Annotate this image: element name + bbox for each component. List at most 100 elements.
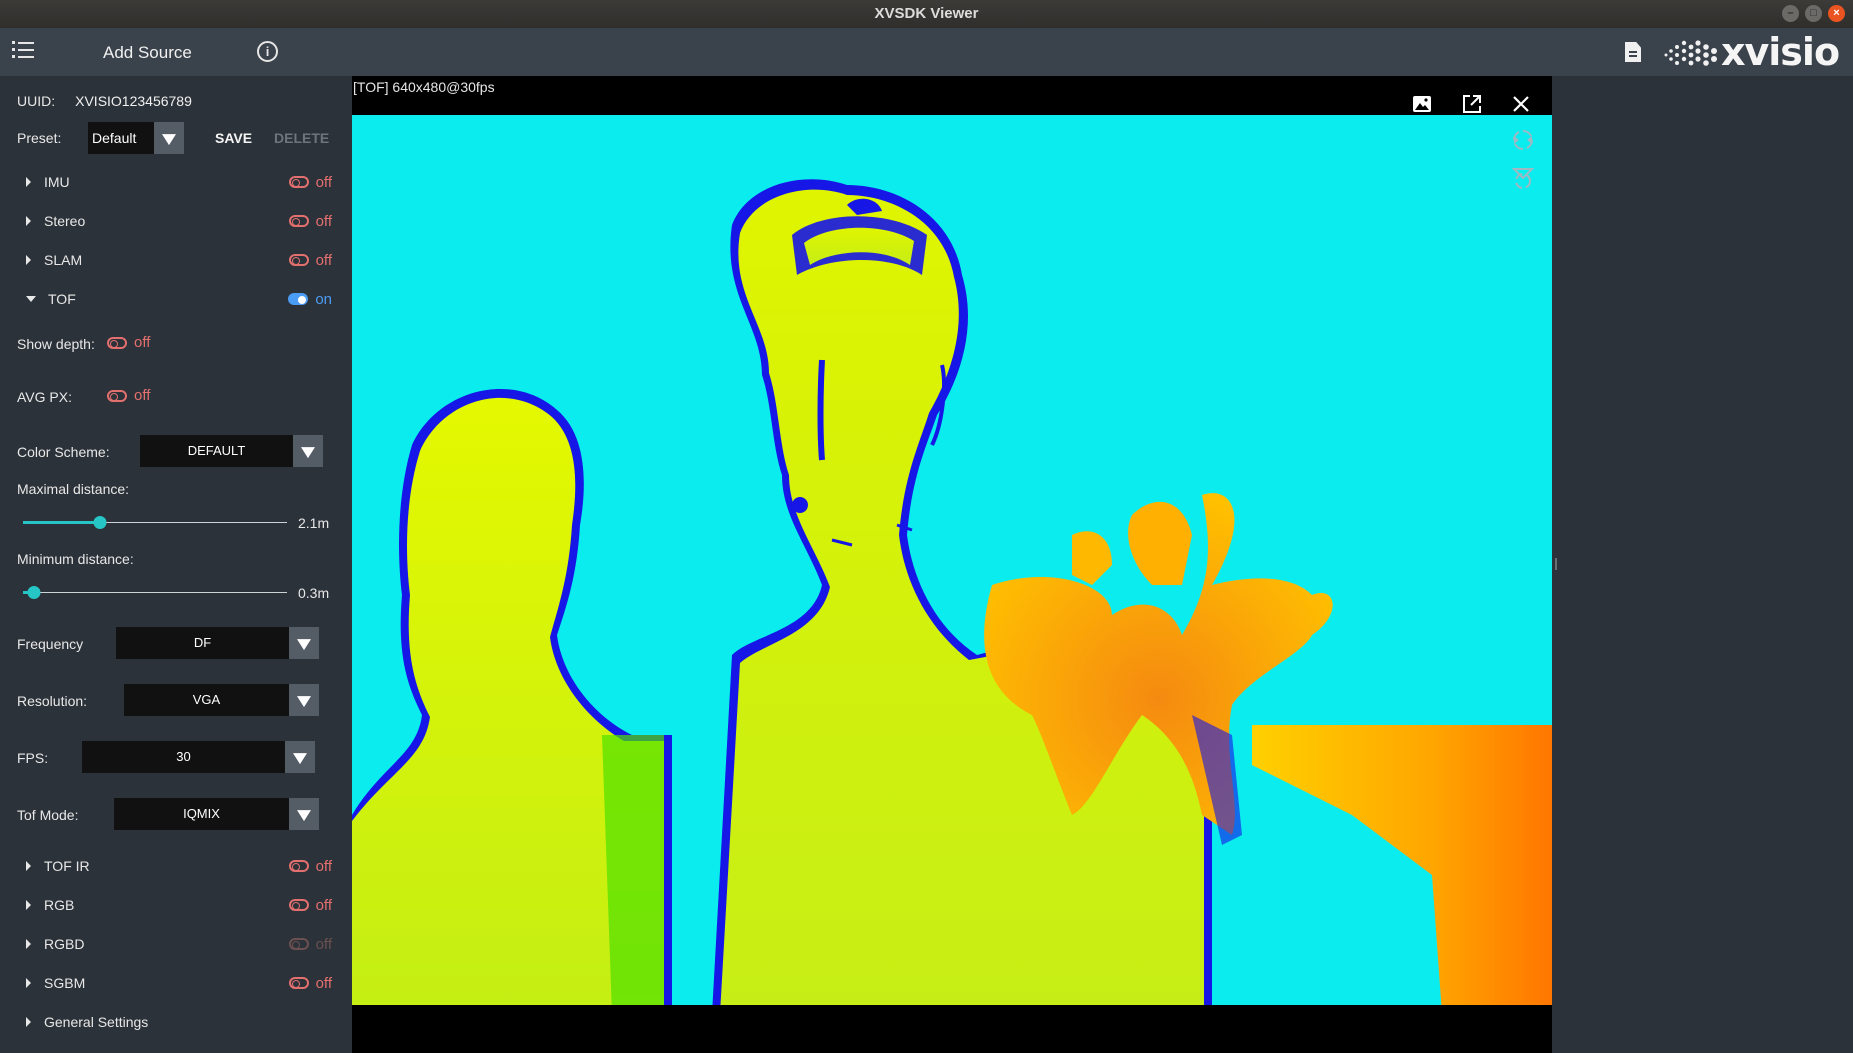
tof-mode-dropdown[interactable]: IQMIX — [114, 798, 319, 830]
toggle-state: off — [315, 212, 332, 230]
min-distance-label: Minimum distance: — [17, 551, 134, 567]
close-icon[interactable] — [1512, 95, 1530, 113]
show-depth-toggle[interactable]: off — [107, 334, 150, 351]
chevron-down-icon[interactable] — [293, 435, 323, 467]
chevron-down-icon[interactable] — [289, 627, 319, 659]
delete-button[interactable]: DELETE — [274, 130, 329, 146]
slider-knob[interactable] — [27, 586, 41, 599]
viewer-toolbar — [1412, 94, 1530, 114]
chevron-down-icon[interactable] — [154, 122, 184, 154]
section-label: SLAM — [44, 252, 83, 268]
section-label: General Settings — [44, 1014, 149, 1030]
toggle-off-icon — [288, 176, 309, 188]
section-label: SGBM — [44, 975, 86, 991]
tof-viewer-panel: [TOF] 640x480@30fps — [352, 76, 1552, 1053]
section-rgb[interactable]: RGB off — [26, 893, 332, 917]
popout-icon[interactable] — [1462, 94, 1482, 114]
frequency-row: Frequency — [17, 636, 83, 652]
toggle-off-icon — [288, 254, 309, 266]
min-distance-slider[interactable] — [23, 581, 287, 605]
section-general-settings[interactable]: General Settings — [26, 1010, 332, 1034]
resolution-label: Resolution: — [17, 693, 88, 709]
max-distance-row: Maximal distance: — [17, 481, 129, 497]
xvisio-logo: xvisio — [1663, 30, 1840, 74]
fps-dropdown[interactable]: 30 — [82, 741, 315, 773]
depth-image[interactable] — [352, 115, 1552, 1014]
section-tof-ir[interactable]: TOF IR off — [26, 854, 332, 878]
toggle-state: off — [134, 387, 151, 404]
expand-arrow-icon — [26, 939, 31, 949]
section-stereo[interactable]: Stereo off — [26, 209, 332, 233]
section-label: Stereo — [44, 213, 86, 229]
tof-ir-toggle[interactable]: off — [288, 858, 332, 875]
right-empty-panel — [1552, 76, 1853, 1053]
section-slam[interactable]: SLAM off — [26, 248, 332, 272]
min-distance-row: Minimum distance: — [17, 551, 134, 567]
expand-arrow-icon — [26, 861, 31, 871]
min-distance-value: 0.3m — [298, 585, 330, 601]
minimize-icon[interactable]: – — [1782, 5, 1799, 22]
color-scheme-value: DEFAULT — [187, 443, 246, 458]
maximize-icon[interactable]: □ — [1805, 5, 1822, 22]
section-label: TOF — [48, 291, 76, 307]
rgbd-toggle[interactable]: off — [288, 935, 332, 953]
color-scheme-dropdown[interactable]: DEFAULT — [140, 435, 323, 467]
slider-fill — [23, 521, 100, 524]
info-icon[interactable]: i — [257, 41, 278, 62]
sgbm-toggle[interactable]: off — [288, 974, 332, 992]
max-distance-label: Maximal distance: — [17, 481, 130, 497]
slider-knob[interactable] — [93, 516, 107, 529]
slam-toggle[interactable]: off — [288, 252, 332, 269]
resize-handle[interactable] — [1555, 558, 1557, 570]
toggle-off-icon — [107, 389, 127, 402]
save-button[interactable]: SAVE — [215, 130, 252, 146]
toggle-state: off — [315, 896, 332, 914]
close-window-icon[interactable]: × — [1828, 5, 1845, 22]
logo-text: xvisio — [1721, 30, 1840, 74]
resolution-value: VGA — [192, 692, 221, 707]
avg-px-toggle[interactable]: off — [107, 387, 150, 404]
rotate-view-icon[interactable] — [1510, 127, 1536, 153]
fps-label: FPS: — [17, 750, 49, 766]
resolution-dropdown[interactable]: VGA — [124, 684, 319, 716]
toggle-off-icon — [288, 215, 309, 227]
rgb-toggle[interactable]: off — [288, 896, 332, 914]
uuid-value: XVISIO123456789 — [75, 93, 192, 109]
section-imu[interactable]: IMU off — [26, 170, 332, 194]
section-rgbd[interactable]: RGBD off — [26, 932, 332, 956]
max-distance-value: 2.1m — [298, 515, 330, 531]
expand-arrow-icon — [26, 216, 31, 226]
slider-track — [23, 592, 287, 593]
chevron-down-icon[interactable] — [289, 798, 319, 830]
imu-toggle[interactable]: off — [288, 174, 332, 191]
flip-view-icon[interactable] — [1510, 165, 1536, 191]
menu-list-icon[interactable] — [12, 41, 36, 62]
stereo-toggle[interactable]: off — [288, 212, 332, 230]
chevron-down-icon[interactable] — [289, 684, 319, 716]
viewer-title: [TOF] 640x480@30fps — [353, 79, 495, 95]
avg-px-row: AVG PX: — [17, 389, 72, 405]
max-distance-slider[interactable] — [23, 511, 287, 535]
preset-dropdown[interactable]: Default — [88, 122, 184, 154]
toggle-state: off — [315, 974, 332, 992]
section-label: RGB — [44, 897, 75, 913]
frequency-dropdown[interactable]: DF — [116, 627, 319, 659]
toggle-state: off — [315, 935, 332, 953]
toggle-off-icon — [288, 938, 309, 950]
show-depth-row: Show depth: — [17, 336, 95, 352]
tof-toggle[interactable]: on — [288, 291, 332, 308]
section-label: RGBD — [44, 936, 85, 952]
toggle-off-icon — [107, 336, 127, 349]
chevron-down-icon[interactable] — [285, 741, 315, 773]
document-icon[interactable] — [1625, 42, 1641, 62]
expand-arrow-icon — [26, 255, 31, 265]
image-icon[interactable] — [1412, 95, 1432, 113]
depth-map-picture — [352, 115, 1552, 1014]
show-depth-label: Show depth: — [17, 336, 95, 352]
expand-arrow-icon — [26, 978, 31, 988]
section-sgbm[interactable]: SGBM off — [26, 971, 332, 995]
section-tof[interactable]: TOF on — [26, 287, 332, 311]
fps-value: 30 — [176, 749, 191, 764]
preset-label: Preset: — [17, 130, 62, 146]
add-source-button[interactable]: Add Source — [103, 43, 192, 63]
